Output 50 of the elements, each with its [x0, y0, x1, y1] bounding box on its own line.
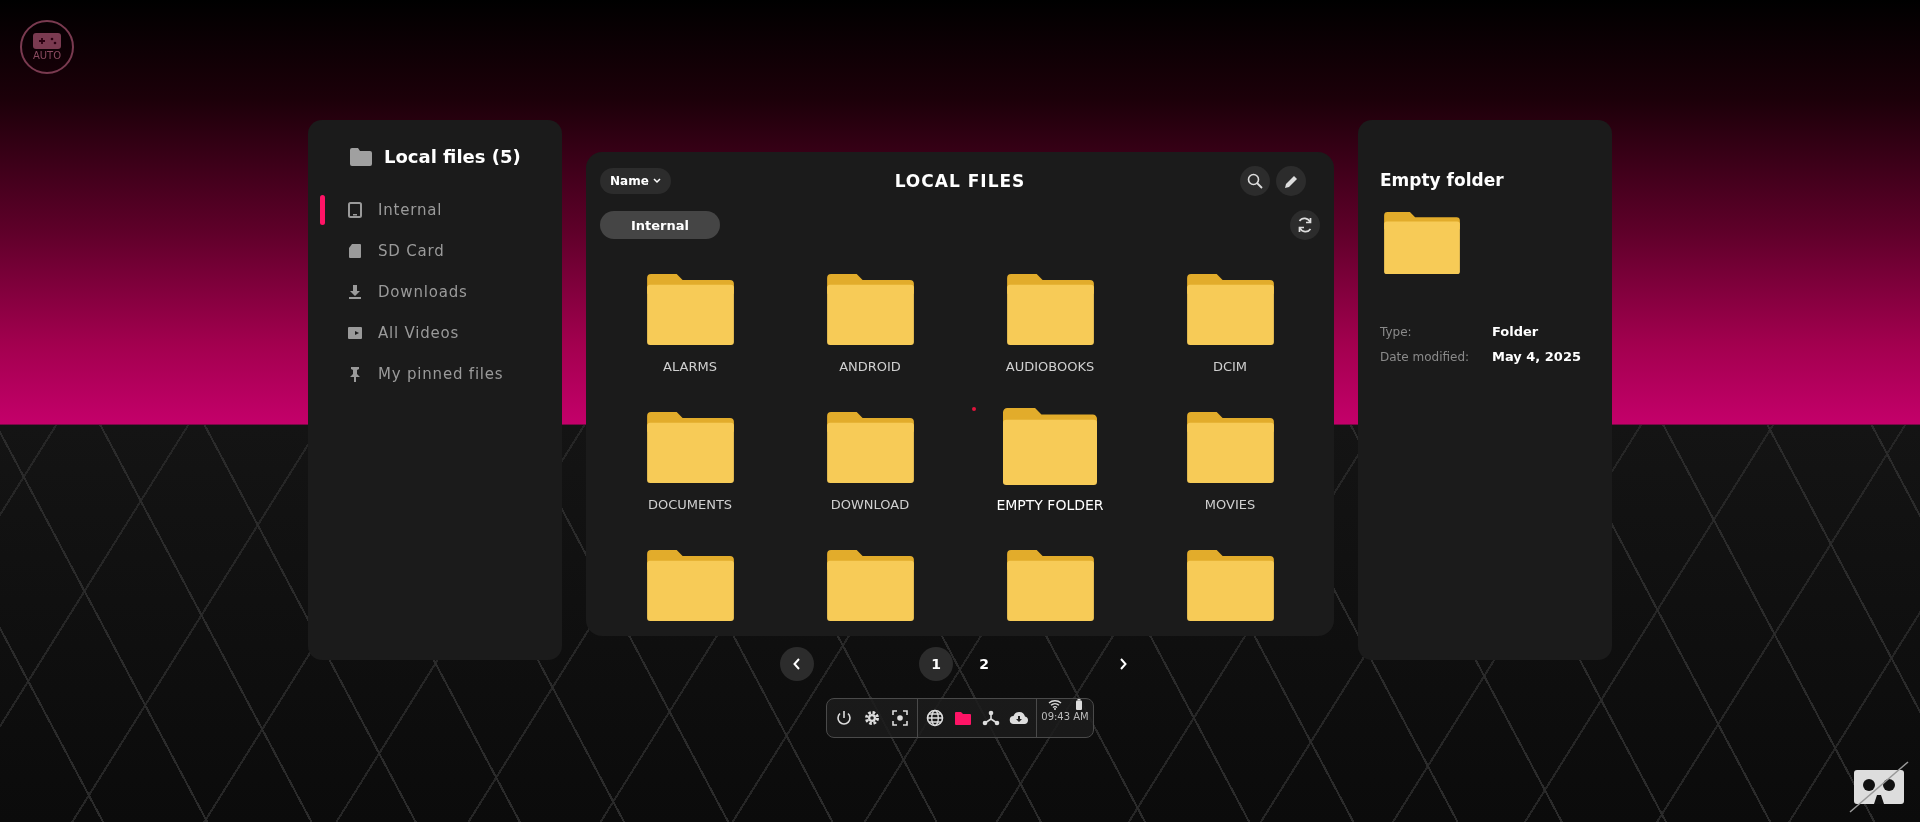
tablet-icon: [346, 200, 364, 219]
folder-item[interactable]: ANDROID: [780, 274, 960, 376]
edit-button[interactable]: [1276, 166, 1306, 196]
search-button[interactable]: [1240, 166, 1270, 196]
chevron-down-icon: [652, 178, 661, 184]
folder-item[interactable]: MOVIES: [1140, 412, 1320, 514]
globe-icon: [925, 708, 946, 728]
refresh-button[interactable]: [1290, 210, 1320, 240]
pencil-icon: [1283, 173, 1299, 189]
sidebar-item[interactable]: Downloads: [320, 271, 550, 312]
property-value: May 4, 2025: [1492, 349, 1582, 364]
folder-item[interactable]: DCIM: [1140, 274, 1320, 376]
property-label: Type:: [1380, 324, 1413, 339]
wifi-icon: [1048, 699, 1062, 710]
gaze-pointer-icon: [972, 407, 976, 411]
folder-item[interactable]: ALARMS: [600, 274, 780, 376]
network-nodes-icon: [981, 708, 1002, 728]
chevron-right-icon: [1119, 658, 1127, 670]
details-title: Empty folder: [1380, 170, 1505, 190]
folder-item[interactable]: DOWNLOAD: [780, 412, 960, 514]
search-icon: [1247, 173, 1263, 189]
vr-headset-off-icon[interactable]: [1848, 760, 1910, 814]
focus-frame-icon: [891, 709, 910, 727]
sort-button[interactable]: Name: [600, 168, 671, 194]
page-button[interactable]: 1: [919, 647, 953, 681]
refresh-icon: [1296, 216, 1314, 234]
storage-chip[interactable]: Internal: [600, 211, 720, 239]
sd-card-icon: [346, 241, 364, 260]
folder-item[interactable]: DOCUMENTS: [600, 412, 780, 514]
panel-title: LOCAL FILES: [894, 171, 1026, 191]
selection-indicator: [320, 194, 325, 225]
folder-item[interactable]: EMPTY FOLDER: [960, 412, 1140, 514]
download-icon: [346, 282, 364, 301]
sidebar-item[interactable]: All Videos: [320, 312, 550, 353]
sidebar-item[interactable]: SD Card: [320, 230, 550, 271]
property-value: Folder: [1492, 324, 1540, 339]
sidebar-title: Local files (5): [384, 146, 521, 167]
previous-page-button[interactable]: [780, 647, 814, 681]
battery-icon: [1076, 699, 1082, 710]
settings-icon: [863, 709, 882, 727]
page-button[interactable]: 2: [967, 647, 1001, 681]
chevron-left-icon: [793, 658, 801, 670]
sidebar-item[interactable]: Internal: [320, 189, 550, 230]
property-label: Date modified:: [1380, 349, 1471, 364]
gamepad-icon: [33, 33, 61, 49]
sidebar-item[interactable]: My pinned files: [320, 353, 550, 394]
clock-time: 09:43 AM: [1041, 711, 1089, 722]
folder-item[interactable]: AUDIOBOOKS: [960, 274, 1140, 376]
power-icon: [835, 709, 854, 727]
folder-icon: [350, 147, 372, 166]
